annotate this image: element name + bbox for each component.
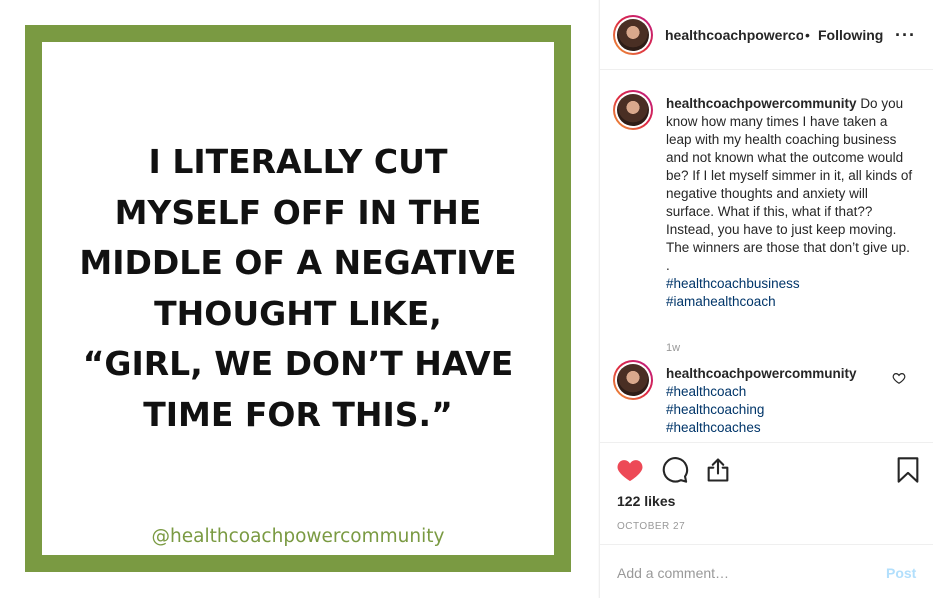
caption-timestamp[interactable]: 1w bbox=[666, 342, 680, 354]
share-icon[interactable] bbox=[704, 456, 732, 484]
hashtag-link[interactable]: #healthcoach bbox=[666, 383, 886, 401]
comment-item: healthcoachpowercommunity #healthcoach #… bbox=[666, 365, 886, 437]
bookmark-icon[interactable] bbox=[894, 456, 922, 484]
comment-icon[interactable] bbox=[661, 456, 689, 484]
avatar[interactable] bbox=[613, 360, 653, 400]
post-date[interactable]: OCTOBER 27 bbox=[617, 521, 685, 532]
quote-text: I LITERALLY CUT MYSELF OFF IN THE MIDDLE… bbox=[79, 142, 517, 434]
avatar[interactable] bbox=[613, 15, 653, 55]
post-image[interactable]: I LITERALLY CUT MYSELF OFF IN THE MIDDLE… bbox=[0, 0, 598, 598]
comment-like-icon[interactable] bbox=[892, 371, 906, 385]
header-separator: • bbox=[805, 27, 810, 43]
quote-card-frame: I LITERALLY CUT MYSELF OFF IN THE MIDDLE… bbox=[25, 25, 571, 572]
add-comment-bar: Post bbox=[600, 544, 933, 598]
caption-dot: . bbox=[666, 258, 670, 273]
comment-username[interactable]: healthcoachpowercommunity bbox=[666, 365, 886, 383]
hashtag-link[interactable]: #healthcoaches bbox=[666, 419, 886, 437]
header-username[interactable]: healthcoachpowercommunity bbox=[665, 27, 803, 43]
hashtag-link[interactable]: #iamahealthcoach bbox=[666, 293, 916, 311]
hashtag-link[interactable]: #healthcoaching bbox=[666, 401, 886, 419]
avatar[interactable] bbox=[613, 90, 653, 130]
quote-card: I LITERALLY CUT MYSELF OFF IN THE MIDDLE… bbox=[42, 42, 554, 555]
comments-list[interactable]: healthcoachpowercommunity Do you know ho… bbox=[600, 71, 933, 441]
following-button[interactable]: Following bbox=[818, 27, 883, 43]
caption: healthcoachpowercommunity Do you know ho… bbox=[666, 95, 916, 311]
post-button[interactable]: Post bbox=[886, 565, 916, 581]
heart-icon[interactable] bbox=[616, 456, 644, 484]
caption-username[interactable]: healthcoachpowercommunity bbox=[666, 96, 857, 111]
quote-handle: @healthcoachpowercommunity bbox=[151, 526, 445, 547]
post-sidebar: healthcoachpowercommunity • Following ··… bbox=[599, 0, 933, 598]
comment-input[interactable] bbox=[617, 561, 867, 585]
caption-text: Do you know how many times I have taken … bbox=[666, 96, 913, 255]
action-bar: 122 likes OCTOBER 27 bbox=[600, 442, 933, 544]
post-header: healthcoachpowercommunity • Following ··… bbox=[600, 0, 933, 70]
likes-count[interactable]: 122 likes bbox=[617, 493, 675, 509]
hashtag-link[interactable]: #healthcoachbusiness bbox=[666, 275, 916, 293]
more-horizontal-icon[interactable]: ··· bbox=[895, 25, 916, 46]
